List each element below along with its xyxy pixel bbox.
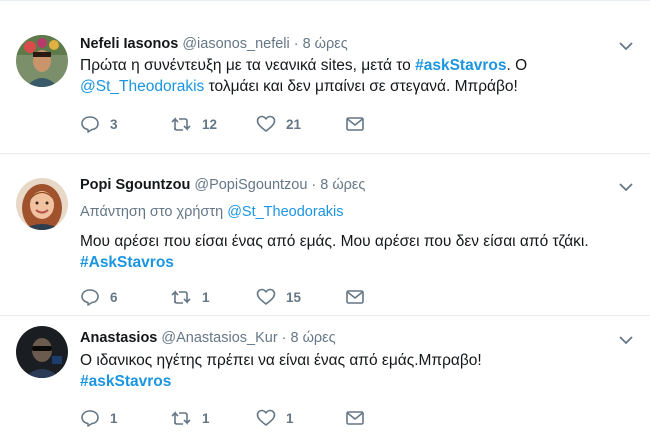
timestamp[interactable]: 8 ώρες [303,36,348,52]
reply-context-label: Απάντηση στο χρήστη [80,204,228,220]
direct-message-button[interactable] [346,408,364,428]
like-count: 15 [286,289,302,305]
author-name[interactable]: Anastasios [80,330,157,346]
tweet-text: Ο ιδανικος ηγέτης πρέπει να είναι ένας α… [80,350,625,392]
reply-icon [81,116,99,133]
mention-link[interactable]: @St_Theodorakis [227,204,343,220]
avatar[interactable] [16,35,68,87]
tweet-text-part: Ο ιδανικος ηγέτης πρέπει να είναι ένας α… [80,352,482,369]
timestamp[interactable]: 8 ώρες [291,330,336,346]
author-handle[interactable]: @iasonos_nefeli [182,36,289,52]
tweet-text-part: τολμάει και δεν μπαίνει σε στεγανά. Μπρά… [204,78,518,95]
direct-message-button[interactable] [346,287,364,307]
heart-icon [256,409,276,426]
reply-icon [81,289,99,306]
direct-message-button[interactable] [346,114,364,134]
reply-context: Απάντηση στο χρήστη @St_Theodorakis [80,202,343,222]
tweet[interactable]: Popi Sgountzou @PopiSgountzou · 8 ώρες Απάν… [0,154,650,316]
separator-dot: · [311,177,317,193]
author-handle[interactable]: @Anastasios_Kur [161,330,277,346]
tweet[interactable]: Anastasios @Anastasios_Kur · 8 ώρες Ο ιδανι… [0,316,650,437]
reply-button[interactable]: 3 [80,114,118,134]
like-button[interactable]: 15 [256,287,301,307]
like-button[interactable]: 1 [256,408,294,428]
heart-icon [256,288,276,305]
author-handle[interactable]: @PopiSgountzou [194,177,307,193]
author-name[interactable]: Popi Sgountzou [80,177,190,193]
tweet-header: Nefeli Iasonos @iasonos_nefeli · 8 ώρες [80,34,610,54]
separator-dot: · [293,36,299,52]
like-count: 21 [286,116,302,132]
tweet-text-part: Πρώτα η συνέντευξη με τα νεανικά sites, … [80,57,416,74]
author-name[interactable]: Nefeli Iasonos [80,36,178,52]
envelope-icon [346,411,364,425]
tweet-header: Anastasios @Anastasios_Kur · 8 ώρες [80,328,610,348]
tweet-text-part: . Ο [506,57,528,74]
reply-count: 1 [110,410,118,426]
like-count: 1 [286,410,294,426]
reply-button[interactable]: 6 [80,287,118,307]
tweet-header: Popi Sgountzou @PopiSgountzou · 8 ώρες [80,175,610,195]
envelope-icon [346,117,364,131]
like-button[interactable]: 21 [256,114,301,134]
reply-button[interactable]: 1 [80,408,118,428]
mention-link[interactable]: @St_Theodorakis [80,78,204,95]
retweet-button[interactable]: 1 [170,287,210,307]
retweet-icon [171,290,191,304]
hashtag-link[interactable]: #askStavros [415,57,506,74]
retweet-count: 1 [202,410,210,426]
reply-count: 6 [110,289,118,305]
retweet-count: 1 [202,289,210,305]
tweet-text: Πρώτα η συνέντευξη με τα νεανικά sites, … [80,55,625,97]
tweet[interactable]: Nefeli Iasonos @iasonos_nefeli · 8 ώρες Πρώ… [0,0,650,154]
reply-icon [81,410,99,427]
heart-icon [256,115,276,132]
retweet-count: 12 [202,116,218,132]
chevron-down-icon[interactable] [618,179,634,195]
avatar[interactable] [16,178,68,230]
retweet-button[interactable]: 1 [170,408,210,428]
tweet-text-part: Μου αρέσει που είσαι ένας από εμάς. Μου … [80,233,589,250]
hashtag-link[interactable]: #AskStavros [80,254,174,271]
retweet-icon [171,117,191,131]
tweet-text: Μου αρέσει που είσαι ένας από εμάς. Μου … [80,231,625,273]
retweet-icon [171,411,191,425]
chevron-down-icon[interactable] [618,332,634,348]
chevron-down-icon[interactable] [618,38,634,54]
retweet-button[interactable]: 12 [170,114,217,134]
separator-dot: · [281,330,287,346]
timestamp[interactable]: 8 ώρες [320,177,365,193]
reply-count: 3 [110,116,118,132]
hashtag-link[interactable]: #askStavros [80,373,171,390]
envelope-icon [346,290,364,304]
avatar[interactable] [16,326,68,378]
